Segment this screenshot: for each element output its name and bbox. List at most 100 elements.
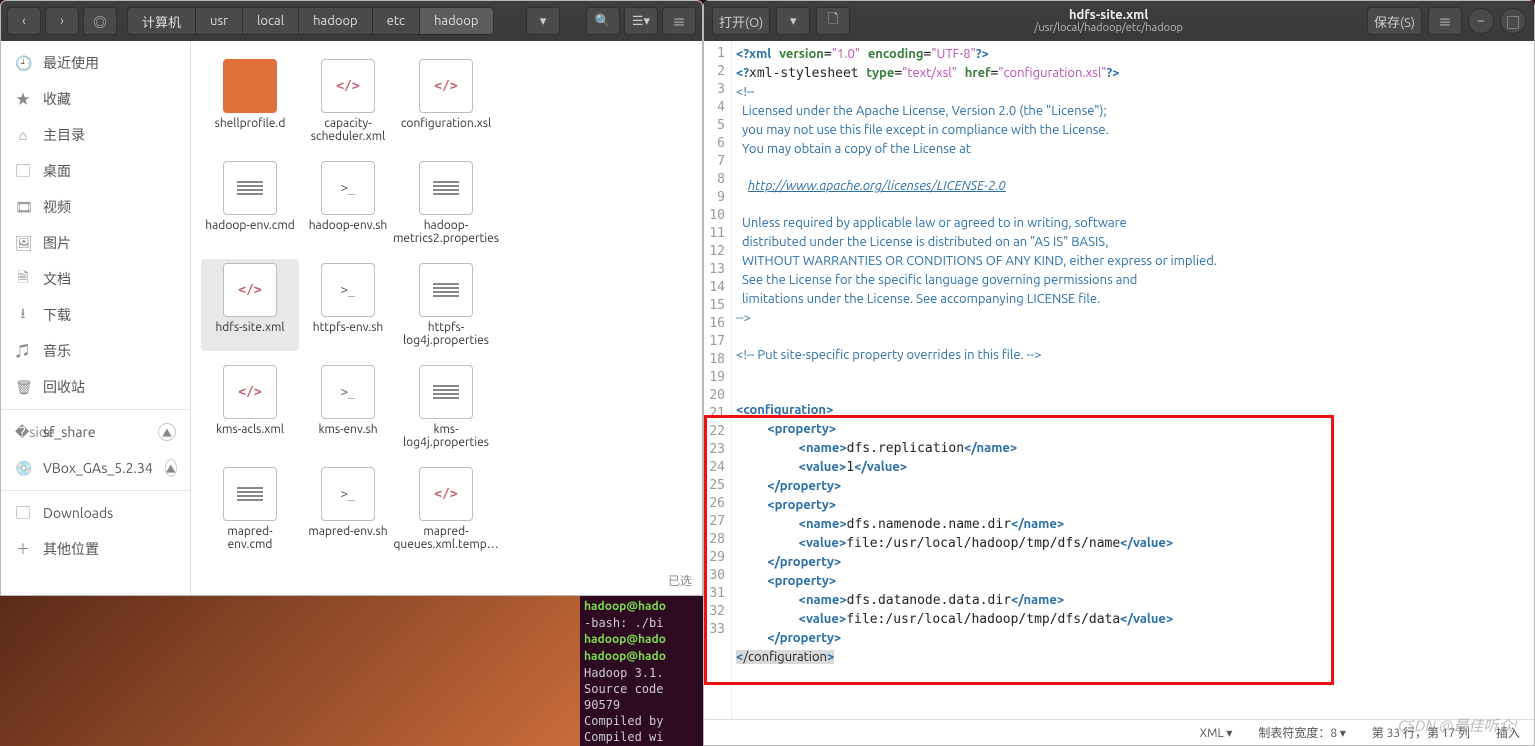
forward-button[interactable]: › — [45, 7, 79, 35]
file-kms-env.sh[interactable]: >_ kms-env.sh — [299, 361, 397, 453]
back-button[interactable]: ‹ — [7, 7, 41, 35]
sidebar-item-文档[interactable]: 🗎文档 — [1, 261, 190, 297]
xml-icon: </> — [419, 467, 473, 521]
file-label: configuration.xsl — [401, 117, 491, 130]
sidebar: 🕘最近使用★收藏⌂主目录▢桌面🎞视频🖼图片🗎文档⭳下载♫音乐🗑回收站 �sides… — [1, 41, 191, 595]
text-icon — [223, 161, 277, 215]
file-hadoop-env.sh[interactable]: >_hadoop-env.sh — [299, 157, 397, 249]
text-icon — [419, 161, 473, 215]
annotation-box — [704, 415, 1334, 685]
xml-icon: </> — [223, 365, 277, 419]
breadcrumb: 计算机usrlocalhadoopetchadoop — [127, 7, 522, 35]
script-icon: >_ — [321, 263, 375, 317]
disk-icon[interactable]: ◎ — [83, 7, 117, 35]
VBox_GAs_5.2.34-icon: 💿 — [15, 460, 31, 477]
list-view-button[interactable]: ☰▾ — [624, 7, 658, 35]
sidebar-item-sf_share[interactable]: �sidesf_share▲ — [1, 414, 190, 450]
desktop-background — [0, 596, 580, 746]
menu-button[interactable]: ≡ — [662, 7, 696, 35]
file-label: shellprofile.d — [215, 117, 286, 130]
file-label: kms-acls.xml — [216, 423, 284, 436]
folder-icon — [223, 59, 277, 113]
script-icon: >_ — [321, 467, 375, 521]
file-name: hdfs-site.xml — [1069, 8, 1148, 22]
其他位置-icon: ＋ — [15, 539, 31, 559]
fm-toolbar: ‹ › ◎ 计算机usrlocalhadoopetchadoop ▾ 🔍 ☰▾ … — [1, 1, 702, 41]
window-title: hdfs-site.xml /usr/local/hadoop/etc/hado… — [856, 8, 1361, 34]
tab-width-selector[interactable]: 制表符宽度：8 ▾ — [1258, 724, 1346, 741]
crumb-usr[interactable]: usr — [195, 7, 242, 35]
minimize-button[interactable]: – — [1468, 8, 1494, 34]
hamburger-button[interactable]: ≡ — [1428, 7, 1462, 35]
音乐-icon: ♫ — [15, 341, 31, 361]
sidebar-item-收藏[interactable]: ★收藏 — [1, 81, 190, 117]
file-kms-log4j.properties[interactable]: kms-log4j.properties — [397, 361, 495, 453]
sidebar-item-Downloads[interactable]: ▢Downloads — [1, 495, 190, 531]
file-label: mapred-env.sh — [308, 525, 387, 538]
file-grid: shellprofile.d</>capacity-scheduler.xml<… — [191, 41, 702, 595]
terminal-window[interactable]: hadoop@hado-bash: ./bihadoop@hadohadoop@… — [580, 596, 704, 746]
open-button[interactable]: 打开(O) — [712, 7, 770, 35]
图片-icon: 🖼 — [15, 235, 31, 252]
crumb-hadoop[interactable]: hadoop — [419, 7, 494, 35]
sidebar-item-视频[interactable]: 🎞视频 — [1, 189, 190, 225]
eject-icon[interactable]: ▲ — [165, 459, 177, 477]
最近使用-icon: 🕘 — [15, 55, 31, 72]
sidebar-item-音乐[interactable]: ♫音乐 — [1, 333, 190, 369]
桌面-icon: ▢ — [15, 161, 31, 181]
file-httpfs-log4j.properties[interactable]: httpfs-log4j.properties — [397, 259, 495, 351]
sidebar-item-其他位置[interactable]: ＋其他位置 — [1, 531, 190, 567]
file-httpfs-env.sh[interactable]: >_httpfs-env.sh — [299, 259, 397, 351]
file-shellprofile.d[interactable]: shellprofile.d — [201, 55, 299, 147]
open-recent-button[interactable]: ▾ — [776, 7, 810, 35]
crumb-local[interactable]: local — [242, 7, 298, 35]
sidebar-item-主目录[interactable]: ⌂主目录 — [1, 117, 190, 153]
crumb-etc[interactable]: etc — [372, 7, 419, 35]
crumb-overflow[interactable]: ▾ — [526, 7, 560, 35]
sidebar-item-图片[interactable]: 🖼图片 — [1, 225, 190, 261]
file-hadoop-metrics2.properties[interactable]: hadoop-metrics2.properties — [397, 157, 495, 249]
file-label: hadoop-metrics2.properties — [393, 219, 499, 245]
file-configuration.xsl[interactable]: </>configuration.xsl — [397, 55, 495, 147]
language-selector[interactable]: XML ▾ — [1200, 726, 1233, 740]
file-mapred-queues.xml.temp…[interactable]: </>mapred-queues.xml.temp… — [397, 463, 495, 555]
file-mapred-env.cmd[interactable]: mapred-env.cmd — [201, 463, 299, 555]
回收站-icon: 🗑 — [15, 379, 31, 396]
file-kms-acls.xml[interactable]: </> kms-acls.xml — [201, 361, 299, 453]
selection-status: 已选 — [668, 572, 692, 589]
editor-area[interactable]: 1 2 3 4 5 6 7 8 9 10 11 12 13 14 15 16 1… — [704, 41, 1534, 719]
search-button[interactable]: 🔍 — [586, 7, 620, 35]
sf_share-icon: �side — [15, 424, 31, 441]
sidebar-item-VBox_GAs_5.2.34[interactable]: 💿VBox_GAs_5.2.34▲ — [1, 450, 190, 486]
xml-icon: </> — [321, 59, 375, 113]
file-mapred-env.sh[interactable]: >_ mapred-env.sh — [299, 463, 397, 555]
file-label: kms-env.sh — [318, 423, 377, 436]
视频-icon: 🎞 — [15, 199, 31, 216]
new-tab-button[interactable]: 🗋 — [816, 7, 850, 35]
file-label: mapred-env.cmd — [205, 525, 295, 551]
主目录-icon: ⌂ — [15, 127, 31, 143]
sidebar-item-桌面[interactable]: ▢桌面 — [1, 153, 190, 189]
sidebar-item-回收站[interactable]: 🗑回收站 — [1, 369, 190, 405]
save-button[interactable]: 保存(S) — [1367, 7, 1422, 35]
crumb-计算机[interactable]: 计算机 — [127, 7, 195, 35]
file-hdfs-site.xml[interactable]: </>hdfs-site.xml — [201, 259, 299, 351]
file-label: mapred-queues.xml.temp… — [393, 525, 498, 551]
sidebar-item-最近使用[interactable]: 🕘最近使用 — [1, 45, 190, 81]
file-label: kms-log4j.properties — [401, 423, 491, 449]
file-label: httpfs-log4j.properties — [401, 321, 491, 347]
file-label: hadoop-env.cmd — [205, 219, 294, 232]
gedit-window: 打开(O) ▾ 🗋 hdfs-site.xml /usr/local/hadoo… — [703, 0, 1535, 746]
script-icon: >_ — [321, 161, 375, 215]
eject-icon[interactable]: ▲ — [158, 423, 176, 441]
file-capacity-scheduler.xml[interactable]: </>capacity-scheduler.xml — [299, 55, 397, 147]
script-icon: >_ — [321, 365, 375, 419]
text-icon — [223, 467, 277, 521]
xml-icon: </> — [223, 263, 277, 317]
下载-icon: ⭳ — [15, 303, 31, 327]
file-hadoop-env.cmd[interactable]: hadoop-env.cmd — [201, 157, 299, 249]
gedit-header: 打开(O) ▾ 🗋 hdfs-site.xml /usr/local/hadoo… — [704, 1, 1534, 41]
crumb-hadoop[interactable]: hadoop — [298, 7, 372, 35]
maximize-button[interactable]: ▢ — [1500, 8, 1526, 34]
sidebar-item-下载[interactable]: ⭳下载 — [1, 297, 190, 333]
